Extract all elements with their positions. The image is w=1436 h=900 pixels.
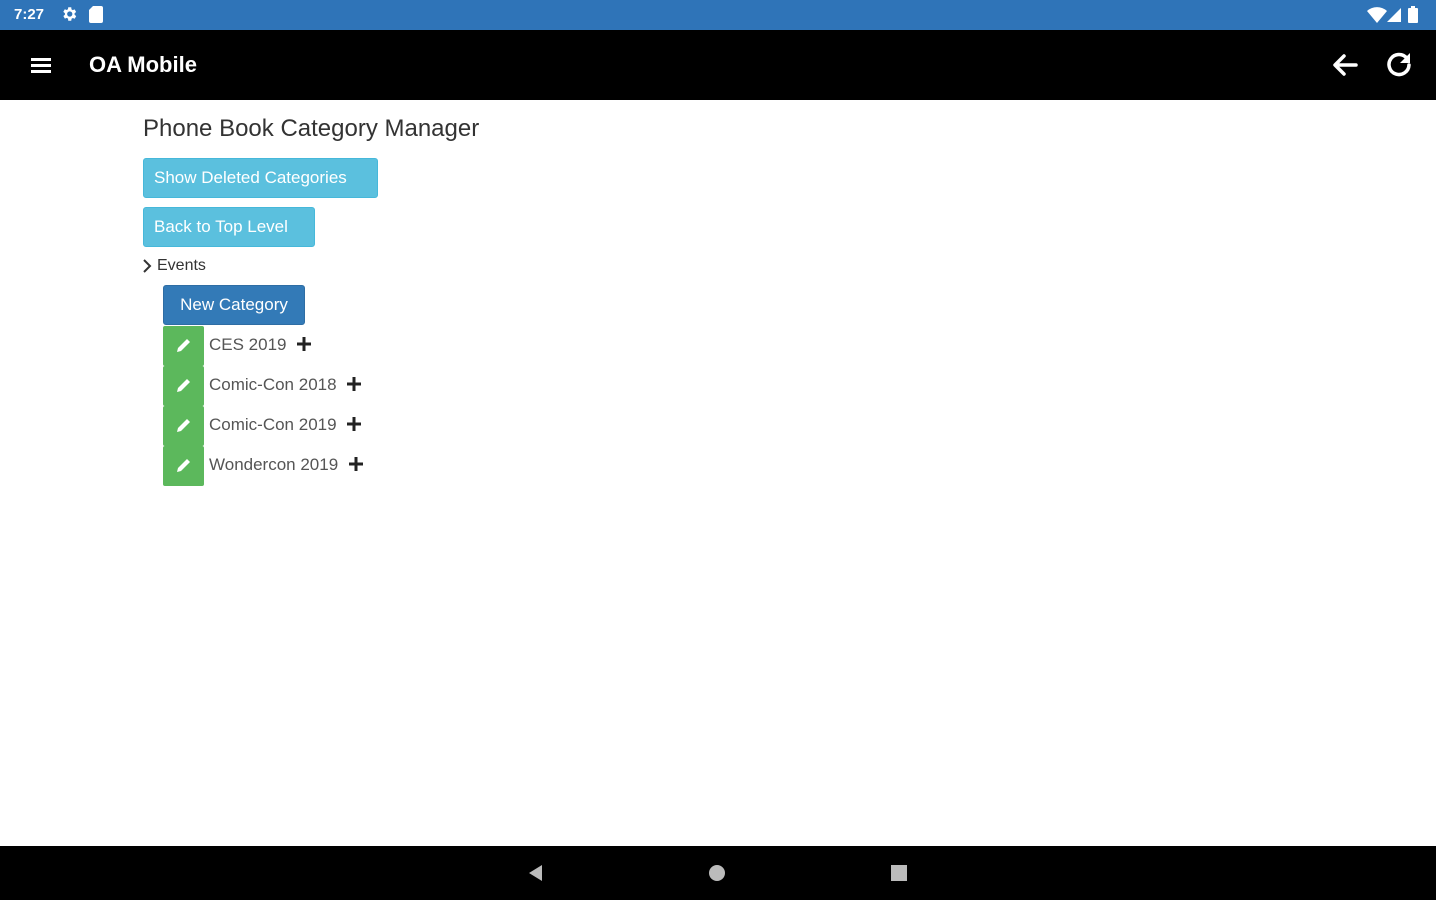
edit-button[interactable] xyxy=(163,406,204,446)
tree-node-label: Events xyxy=(157,257,206,274)
system-nav-bar xyxy=(0,846,1436,900)
tree-node-events[interactable]: Events xyxy=(141,257,206,279)
category-name-wrap: Comic-Con 2019 xyxy=(209,415,362,435)
sd-card-icon xyxy=(89,6,103,23)
category-name: Comic-Con 2019 xyxy=(209,415,337,434)
nav-recents-icon[interactable] xyxy=(890,864,908,882)
nav-home-icon[interactable] xyxy=(708,864,726,882)
wifi-icon xyxy=(1367,7,1387,23)
show-deleted-categories-button[interactable]: Show Deleted Categories xyxy=(143,158,378,198)
pencil-icon xyxy=(177,339,190,352)
plus-icon[interactable] xyxy=(346,376,362,392)
plus-icon[interactable] xyxy=(296,336,312,352)
pencil-icon xyxy=(177,419,190,432)
pencil-icon xyxy=(177,379,190,392)
status-time: 7:27 xyxy=(14,6,45,23)
app-bar: OA Mobile xyxy=(0,30,1436,100)
chevron-right-icon xyxy=(143,259,152,273)
main-content: Phone Book Category Manager Show Deleted… xyxy=(0,100,1436,846)
pencil-icon xyxy=(177,459,190,472)
category-name-wrap: Wondercon 2019 xyxy=(209,455,364,475)
app-title: OA Mobile xyxy=(89,52,197,77)
arrow-back-icon[interactable] xyxy=(1330,50,1360,80)
page-title: Phone Book Category Manager xyxy=(143,115,480,142)
category-name: Comic-Con 2018 xyxy=(209,375,337,394)
edit-button[interactable] xyxy=(163,446,204,486)
back-to-top-level-button[interactable]: Back to Top Level xyxy=(143,207,315,247)
new-category-button[interactable]: New Category xyxy=(163,285,305,325)
plus-icon[interactable] xyxy=(348,456,364,472)
category-name: CES 2019 xyxy=(209,335,287,354)
category-name-wrap: Comic-Con 2018 xyxy=(209,375,362,395)
status-bar: 7:27 xyxy=(0,0,1436,30)
gear-icon xyxy=(63,7,77,21)
battery-icon xyxy=(1408,6,1418,23)
nav-back-icon[interactable] xyxy=(526,863,546,883)
edit-button[interactable] xyxy=(163,326,204,366)
refresh-icon[interactable] xyxy=(1383,49,1415,81)
plus-icon[interactable] xyxy=(346,416,362,432)
menu-icon[interactable] xyxy=(29,55,53,75)
signal-icon xyxy=(1387,8,1401,22)
edit-button[interactable] xyxy=(163,366,204,406)
category-name-wrap: CES 2019 xyxy=(209,335,312,355)
category-name: Wondercon 2019 xyxy=(209,455,339,474)
